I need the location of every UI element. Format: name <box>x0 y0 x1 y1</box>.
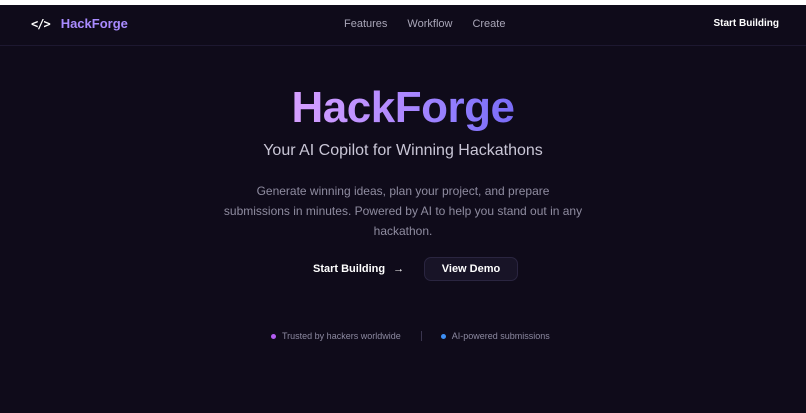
brand-logo[interactable]: </> HackForge <box>31 16 128 31</box>
nav-link-features[interactable]: Features <box>344 18 387 30</box>
trust-item-hackers: Trusted by hackers worldwide <box>271 331 401 341</box>
divider <box>420 331 422 341</box>
nav-links: Features Workflow Create <box>344 18 505 30</box>
trust-text-ai: AI-powered submissions <box>451 331 550 341</box>
start-building-label: Start Building <box>313 263 386 275</box>
start-building-button[interactable]: Start Building → <box>307 257 410 281</box>
purple-dot-icon <box>271 333 276 339</box>
trust-item-ai: AI-powered submissions <box>440 331 550 341</box>
hero-title: HackForge <box>0 83 806 133</box>
arrow-right-icon: → <box>393 263 405 275</box>
brand-name: HackForge <box>60 16 128 31</box>
trust-row: Trusted by hackers worldwide AI-powered … <box>271 331 550 341</box>
hero-subtitle: Your AI Copilot for Winning Hackathons <box>263 142 543 159</box>
nav-link-create[interactable]: Create <box>472 18 505 30</box>
nav-link-workflow[interactable]: Workflow <box>407 18 452 30</box>
hero-description: Generate winning ideas, plan your projec… <box>223 184 583 238</box>
top-nav: </> HackForge Features Workflow Create S… <box>0 5 806 45</box>
blue-dot-icon <box>440 333 446 339</box>
landing-page: </> HackForge Features Workflow Create S… <box>0 5 806 413</box>
trust-text-hackers: Trusted by hackers worldwide <box>282 331 401 341</box>
view-demo-button[interactable]: View Demo <box>424 257 518 281</box>
code-icon: </> <box>31 16 51 31</box>
nav-start-building-button[interactable]: Start Building <box>713 18 779 29</box>
hero-title-text: HackForge <box>291 83 515 132</box>
